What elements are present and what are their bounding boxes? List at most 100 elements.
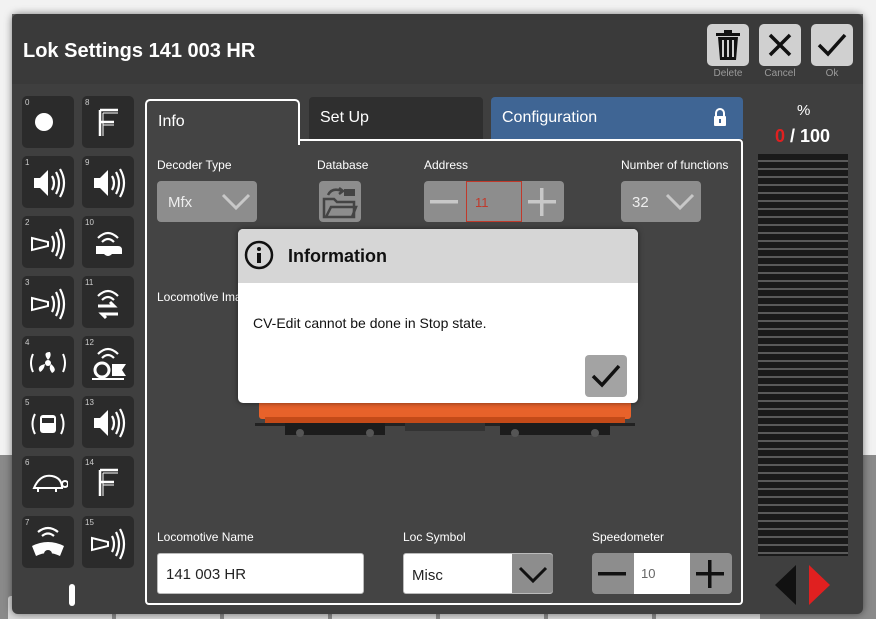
loc-symbol-dropdown[interactable]: [512, 554, 553, 593]
popup-ok-button[interactable]: [585, 355, 627, 397]
function-button-4[interactable]: 4: [22, 336, 74, 388]
information-popup: Information CV-Edit cannot be done in St…: [238, 229, 638, 403]
horn-icon: [31, 228, 66, 260]
speed-current: 0: [775, 126, 786, 146]
function-button-15[interactable]: 15: [82, 516, 134, 568]
locomotive-name-label: Locomotive Name: [157, 530, 254, 544]
tab-configuration[interactable]: Configuration: [491, 97, 743, 139]
speed-separator: /: [785, 126, 801, 146]
info-icon: [244, 240, 274, 270]
checkmark-icon: [817, 33, 847, 57]
direction-right-arrow-icon[interactable]: [809, 565, 831, 605]
whistle-icon: [96, 231, 122, 256]
chevron-down-icon: [518, 566, 548, 584]
function-button-12[interactable]: 12: [82, 336, 134, 388]
turtle-icon: [32, 474, 68, 492]
tab-configuration-label: Configuration: [502, 109, 598, 126]
loc-symbol-select[interactable]: Misc: [403, 553, 553, 594]
address-field[interactable]: 11: [466, 181, 522, 222]
loc-symbol-label: Loc Symbol: [403, 530, 466, 544]
function-f-icon: [98, 108, 118, 136]
function-button-0[interactable]: 0: [22, 96, 74, 148]
locomotive-image-label: Locomotive Ima: [157, 290, 242, 304]
cancel-label: Cancel: [764, 68, 796, 79]
function-scroll-handle[interactable]: [69, 584, 75, 606]
locomotive-image[interactable]: [255, 399, 635, 439]
speedometer-field[interactable]: 10: [634, 553, 690, 594]
coupler-icon: [92, 347, 126, 380]
function-button-2[interactable]: 2: [22, 216, 74, 268]
function-button-8[interactable]: 8: [82, 96, 134, 148]
decoder-type-select[interactable]: Mfx: [157, 181, 257, 222]
minus-icon[interactable]: [598, 572, 626, 576]
popup-header: Information: [238, 229, 638, 283]
ok-button[interactable]: [811, 24, 853, 66]
function-button-5[interactable]: 5: [22, 396, 74, 448]
direction-left-arrow-icon[interactable]: [775, 565, 797, 605]
horn-icon: [91, 528, 126, 560]
address-stepper: 11: [424, 181, 564, 222]
function-button-1[interactable]: 1: [22, 156, 74, 208]
tab-setup[interactable]: Set Up: [309, 97, 483, 139]
plus-icon[interactable]: [696, 560, 724, 588]
number-of-functions-value: 32: [632, 194, 649, 211]
function-f-icon: [98, 468, 118, 496]
speedometer-label: Speedometer: [592, 530, 665, 544]
dialog-titlebar: Lok Settings 141 003 HR Delete Cancel Ok: [12, 14, 863, 84]
speed-unit: %: [797, 102, 811, 119]
sound-icon: [94, 168, 126, 198]
number-of-functions-label: Number of functions: [621, 158, 729, 172]
close-icon: [768, 33, 792, 57]
speedometer-value: 10: [641, 566, 656, 581]
cab-sound-icon: [31, 413, 65, 435]
popup-title: Information: [288, 246, 387, 266]
number-of-functions-select[interactable]: 32: [621, 181, 701, 222]
function-button-7[interactable]: 7: [22, 516, 74, 568]
plus-icon[interactable]: [528, 188, 556, 216]
sound-icon: [34, 168, 66, 198]
tab-info[interactable]: Info: [145, 99, 300, 145]
trash-icon: [716, 30, 740, 60]
background-top: [0, 0, 876, 14]
chevron-down-icon: [221, 193, 251, 211]
locomotive-name-input[interactable]: 141 003 HR: [157, 553, 364, 594]
function-button-9[interactable]: 9: [82, 156, 134, 208]
ok-label: Ok: [825, 68, 839, 79]
delete-button[interactable]: [707, 24, 749, 66]
decoder-type-label: Decoder Type: [157, 158, 232, 172]
address-label: Address: [424, 158, 469, 172]
loc-symbol-value: Misc: [412, 567, 443, 584]
chevron-down-icon: [665, 193, 695, 211]
checkmark-icon: [591, 364, 621, 388]
cancel-button[interactable]: [759, 24, 801, 66]
function-button-3[interactable]: 3: [22, 276, 74, 328]
speed-slider[interactable]: [758, 154, 848, 556]
headlight-icon: [35, 113, 53, 131]
dialog-title: Lok Settings 141 003 HR: [23, 40, 256, 62]
delete-label: Delete: [713, 68, 743, 79]
function-button-6[interactable]: 6: [22, 456, 74, 508]
address-value: 11: [475, 195, 489, 210]
function-button-13[interactable]: 13: [82, 396, 134, 448]
folder-locomotive-icon: [322, 187, 358, 219]
popup-message: CV-Edit cannot be done in Stop state.: [253, 315, 487, 331]
function-button-11[interactable]: 11: [82, 276, 134, 328]
shunting-icon: [97, 289, 119, 320]
locomotive-picture: [255, 401, 635, 437]
background-right: [863, 0, 876, 455]
horn-icon: [31, 288, 66, 320]
brake-sound-icon: [32, 526, 64, 558]
speed-readout: 0 / 100: [775, 126, 830, 147]
lock-icon: [714, 108, 726, 126]
database-label: Database: [317, 158, 369, 172]
background-left: [0, 0, 12, 455]
sound-icon: [94, 408, 126, 438]
speedometer-stepper: 10: [592, 553, 732, 594]
speed-max: 100: [800, 126, 831, 146]
minus-icon[interactable]: [430, 200, 458, 204]
fan-sound-icon: [30, 352, 66, 373]
function-button-10[interactable]: 10: [82, 216, 134, 268]
database-button[interactable]: [319, 181, 361, 222]
decoder-type-value: Mfx: [168, 194, 193, 211]
function-button-14[interactable]: 14: [82, 456, 134, 508]
